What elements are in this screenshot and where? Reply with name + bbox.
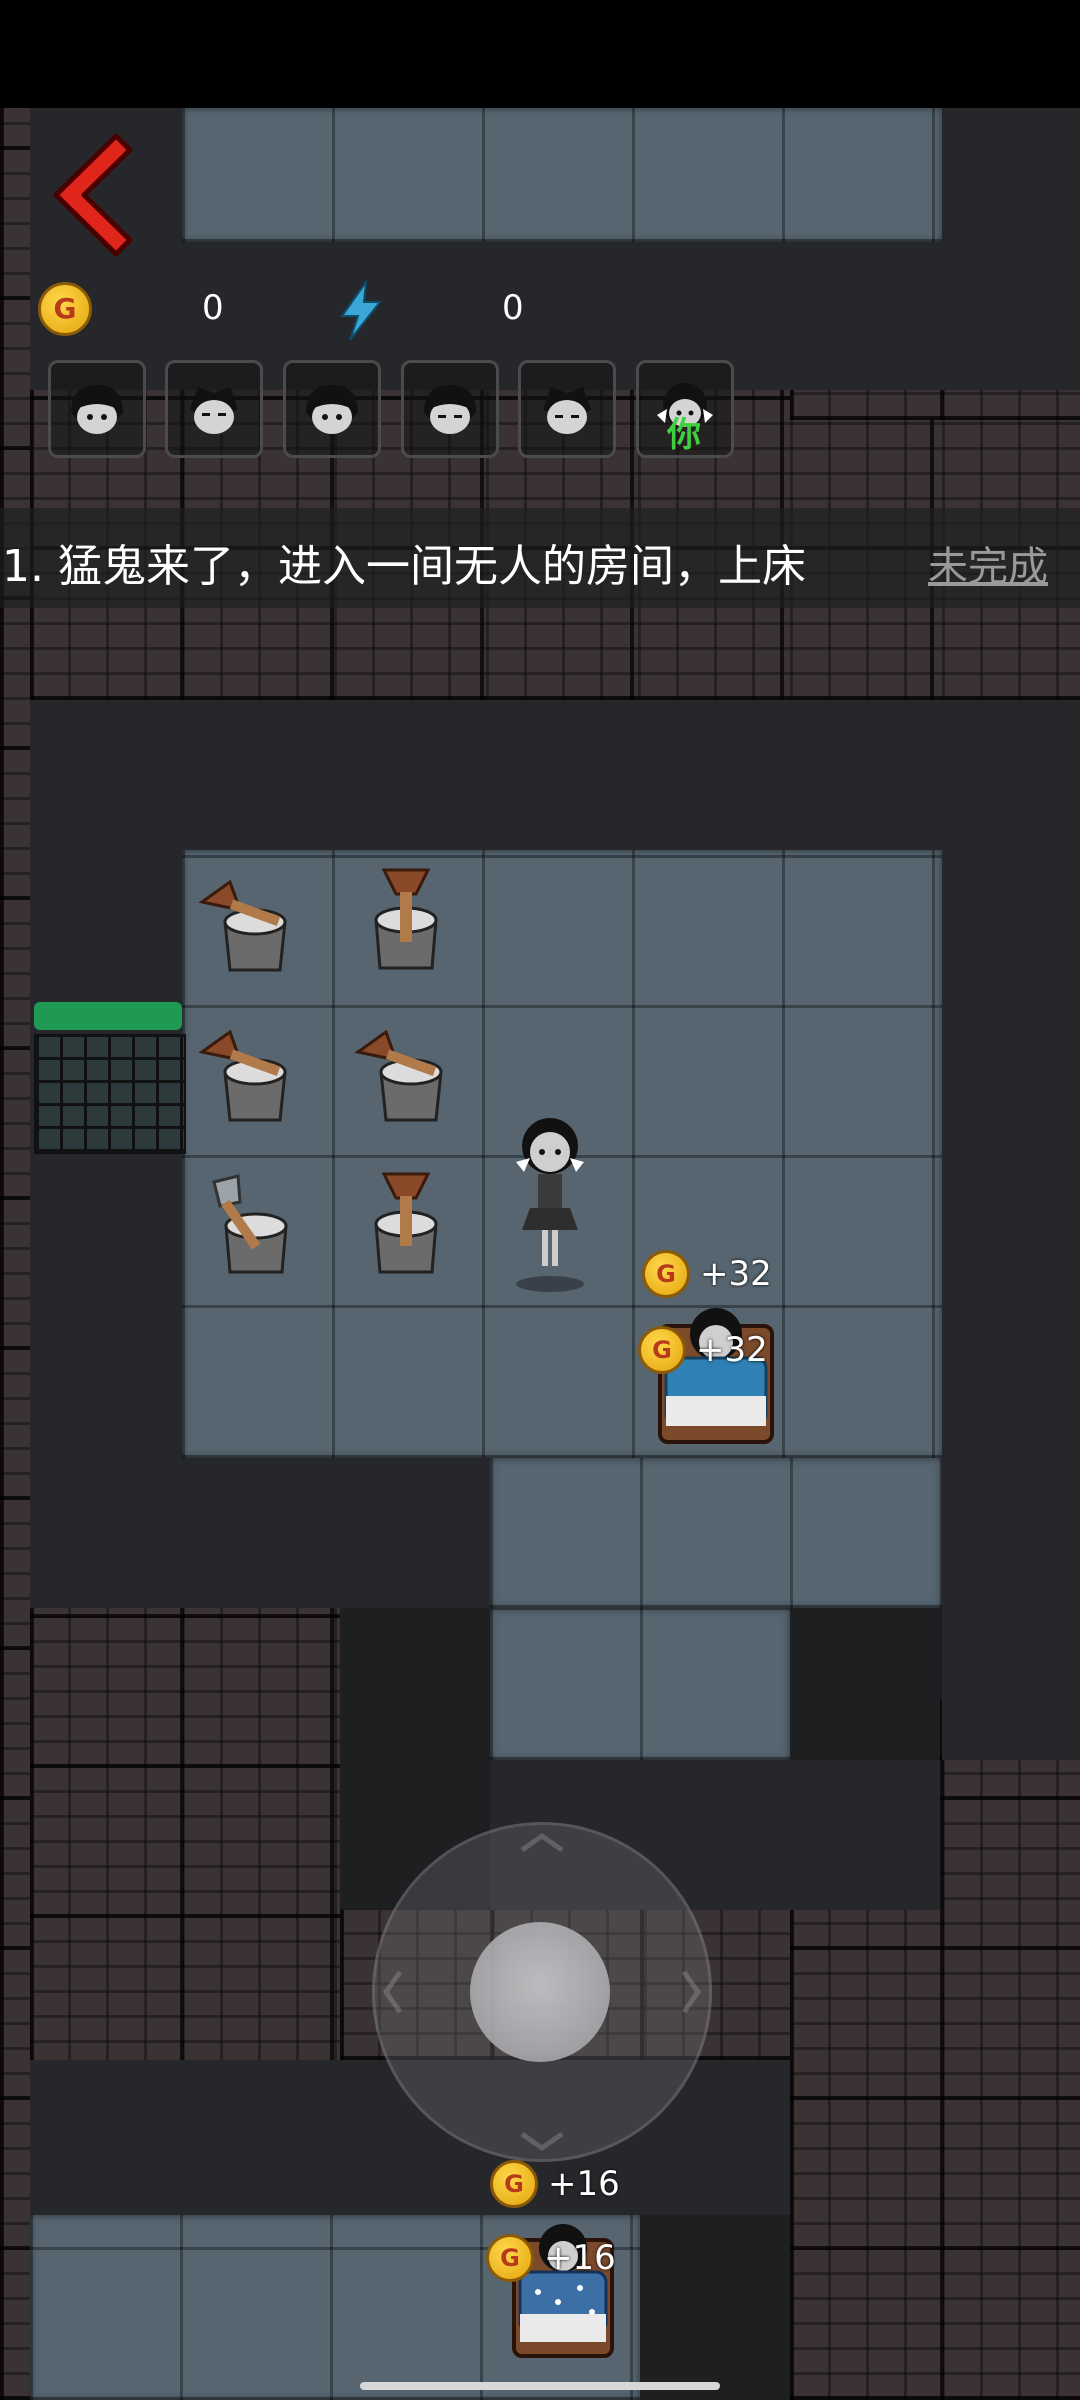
reward-amount: +16: [548, 2164, 620, 2204]
broom-bucket-icon[interactable]: [346, 1012, 466, 1132]
avatar: [306, 385, 358, 434]
player-slot-3[interactable]: [283, 360, 381, 458]
wall: [790, 1608, 940, 1760]
broom-bucket-icon[interactable]: [190, 1012, 310, 1132]
reward-amount: +32: [700, 1254, 772, 1294]
room-door[interactable]: [34, 1002, 186, 1154]
you-tag: 你: [667, 415, 701, 455]
wall: [942, 850, 1080, 1760]
brick-wall: [30, 1608, 340, 2068]
coin-count: 0: [202, 288, 224, 328]
broom-bucket-icon[interactable]: [190, 862, 310, 982]
home-indicator[interactable]: [360, 2382, 720, 2390]
door-icon: [34, 1034, 186, 1154]
broom-bucket-icon[interactable]: [346, 858, 466, 978]
coin-icon: G: [486, 2234, 534, 2282]
bed-occupied[interactable]: [652, 1300, 780, 1450]
coin-icon: G: [642, 1250, 690, 1298]
brick-wall: [0, 108, 30, 2400]
energy-count: 0: [502, 288, 524, 328]
avatar: [190, 387, 238, 434]
player-slot-1[interactable]: [48, 360, 146, 458]
task-description: 1. 猛鬼来了，进入一间无人的房间，上床: [2, 541, 806, 592]
brick-wall: [790, 390, 1080, 420]
reward-amount: +32: [696, 1330, 768, 1370]
joystick-knob[interactable]: [470, 1922, 610, 2062]
avatar: [543, 387, 591, 434]
coin-icon: G: [490, 2160, 538, 2208]
avatar: [424, 385, 476, 434]
player-slot-2[interactable]: [165, 360, 263, 458]
floor-top-room: [182, 108, 942, 242]
player-character[interactable]: [500, 1112, 600, 1292]
coin-icon: G: [638, 1326, 686, 1374]
task-status[interactable]: 未完成: [928, 534, 1048, 592]
lightning-icon: [340, 280, 383, 341]
back-chevron-icon[interactable]: [44, 130, 138, 260]
wall: [640, 2215, 790, 2400]
coin-icon: G: [38, 282, 92, 336]
player-slot-4[interactable]: [401, 360, 499, 458]
wall: [30, 1458, 490, 1608]
floor-main-room: [490, 1608, 790, 1760]
broom-bucket-icon[interactable]: [346, 1162, 466, 1282]
bed-occupied[interactable]: [508, 2214, 618, 2364]
floor-main-room: [490, 1458, 942, 1608]
reward-amount: +16: [544, 2238, 616, 2278]
shovel-bucket-icon[interactable]: [194, 1162, 314, 1282]
wall: [30, 700, 1080, 850]
player-slot-6[interactable]: 你: [636, 360, 734, 458]
status-bar: [0, 0, 1080, 108]
player-slot-5[interactable]: [518, 360, 616, 458]
door-health-bar: [34, 1002, 182, 1030]
avatar: [71, 385, 123, 434]
